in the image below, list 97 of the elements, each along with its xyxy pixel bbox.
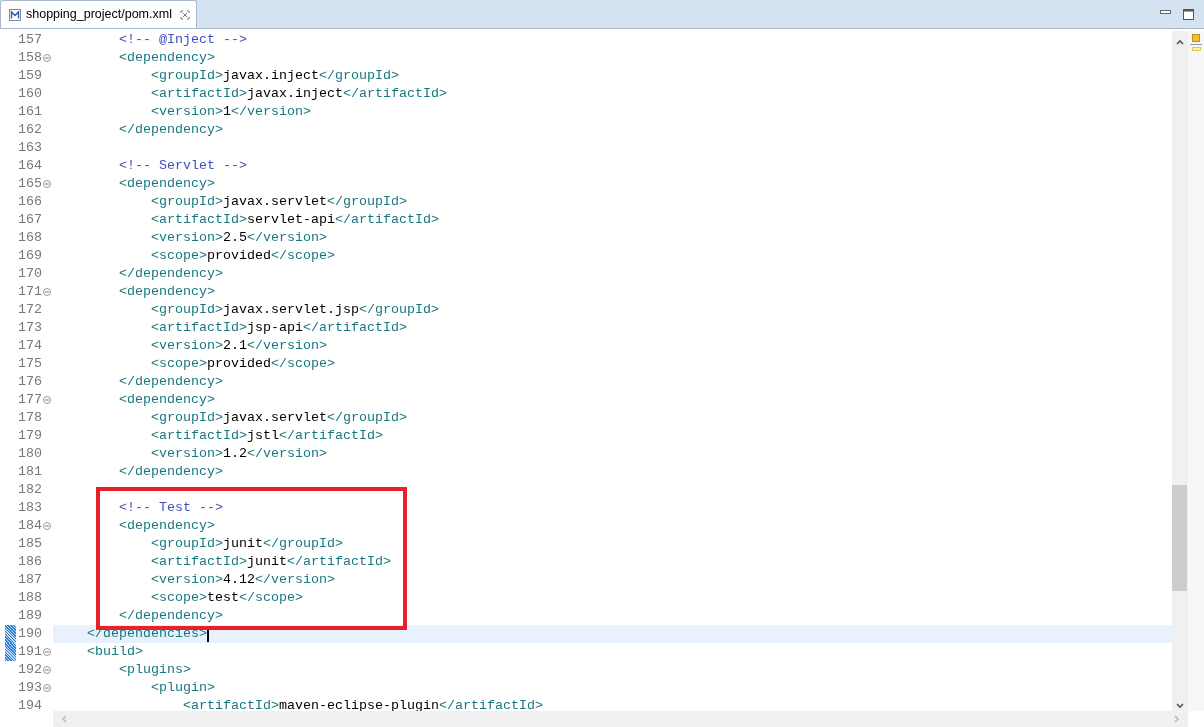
line-number: 165 [18, 177, 42, 191]
line-number: 159 [18, 69, 42, 83]
line-number: 193 [18, 681, 42, 695]
annotation-marker[interactable] [1191, 47, 1201, 51]
scroll-right-icon[interactable] [1174, 715, 1180, 723]
code-line: <dependency> [119, 391, 215, 409]
code-line: <scope>provided</scope> [151, 247, 335, 265]
line-number: 160 [18, 87, 42, 101]
warning-marker[interactable] [1192, 34, 1200, 42]
line-number: 158 [18, 51, 42, 65]
line-number: 188 [18, 591, 42, 605]
code-line: <groupId>javax.servlet</groupId> [151, 409, 407, 427]
line-number: 194 [18, 699, 42, 711]
maven-file-icon [9, 8, 21, 21]
line-number: 184 [18, 519, 42, 533]
editor-tab[interactable]: shopping_project/pom.xml [0, 0, 197, 28]
code-line: <!-- @Inject --> [119, 31, 247, 49]
code-line: </dependency> [119, 463, 223, 481]
code-line: <groupId>javax.inject</groupId> [151, 67, 399, 85]
code-line: <artifactId>jstl</artifactId> [151, 427, 383, 445]
line-number: 169 [18, 249, 42, 263]
maximize-icon[interactable] [1183, 9, 1194, 20]
line-number: 192 [18, 663, 42, 677]
code-line: <version>4.12</version> [151, 571, 335, 589]
line-number: 174 [18, 339, 42, 353]
horizontal-scrollbar[interactable] [53, 711, 1188, 727]
code-line: </dependencies> [87, 625, 207, 643]
code-line: <version>1.2</version> [151, 445, 327, 463]
line-number: 177 [18, 393, 42, 407]
code-line: </dependency> [119, 265, 223, 283]
line-number: 186 [18, 555, 42, 569]
scroll-left-icon[interactable] [61, 715, 67, 723]
line-number: 183 [18, 501, 42, 515]
scrollbar-thumb[interactable] [1172, 485, 1187, 591]
code-line: <groupId>javax.servlet.jsp</groupId> [151, 301, 439, 319]
code-line: <plugins> [119, 661, 191, 679]
line-number: 163 [18, 141, 42, 155]
code-line: <groupId>javax.servlet</groupId> [151, 193, 407, 211]
line-number: 172 [18, 303, 42, 317]
code-line: <scope>provided</scope> [151, 355, 335, 373]
line-number: 171 [18, 285, 42, 299]
code-line: </dependency> [119, 373, 223, 391]
collapse-icon[interactable] [43, 684, 51, 692]
code-line: <!-- Servlet --> [119, 157, 247, 175]
scroll-down-icon[interactable] [1176, 703, 1184, 709]
line-number: 176 [18, 375, 42, 389]
line-number: 164 [18, 159, 42, 173]
code-line: <artifactId>javax.inject</artifactId> [151, 85, 447, 103]
code-line: <version>2.1</version> [151, 337, 327, 355]
line-number: 161 [18, 105, 42, 119]
code-line: <groupId>junit</groupId> [151, 535, 343, 553]
scroll-up-icon[interactable] [1176, 39, 1184, 45]
code-line: <artifactId>junit</artifactId> [151, 553, 391, 571]
line-number: 173 [18, 321, 42, 335]
close-icon[interactable] [179, 9, 190, 20]
line-number: 182 [18, 483, 42, 497]
collapse-icon[interactable] [43, 648, 51, 656]
line-number: 185 [18, 537, 42, 551]
line-number: 166 [18, 195, 42, 209]
code-line: </dependency> [119, 121, 223, 139]
code-line: <version>1</version> [151, 103, 311, 121]
code-line: <dependency> [119, 175, 215, 193]
line-number: 190 [18, 627, 42, 641]
line-number: 170 [18, 267, 42, 281]
line-number: 191 [18, 645, 42, 659]
line-number: 175 [18, 357, 42, 371]
code-line: <plugin> [151, 679, 215, 697]
collapse-icon[interactable] [43, 522, 51, 530]
collapse-icon[interactable] [43, 666, 51, 674]
line-number: 168 [18, 231, 42, 245]
line-number: 157 [18, 33, 42, 47]
code-line: <dependency> [119, 283, 215, 301]
collapse-icon[interactable] [43, 54, 51, 62]
line-number: 180 [18, 447, 42, 461]
collapse-icon[interactable] [43, 180, 51, 188]
line-number: 187 [18, 573, 42, 587]
minimize-icon[interactable] [1160, 10, 1171, 15]
vertical-scrollbar[interactable] [1172, 31, 1188, 711]
code-line: <dependency> [119, 517, 215, 535]
code-line: <scope>test</scope> [151, 589, 303, 607]
collapse-icon[interactable] [43, 396, 51, 404]
collapse-icon[interactable] [43, 288, 51, 296]
line-number: 178 [18, 411, 42, 425]
line-number: 189 [18, 609, 42, 623]
code-line: <dependency> [119, 49, 215, 67]
line-number: 167 [18, 213, 42, 227]
code-line: <artifactId>maven-eclipse-plugin</artifactId> [183, 697, 543, 711]
code-line: <!-- Test --> [119, 499, 223, 517]
code-line: <artifactId>servlet-api</artifactId> [151, 211, 439, 229]
tab-title: shopping_project/pom.xml [26, 6, 172, 24]
line-number: 162 [18, 123, 42, 137]
code-line: <artifactId>jsp-api</artifactId> [151, 319, 407, 337]
line-number: 179 [18, 429, 42, 443]
code-line: </dependency> [119, 607, 223, 625]
line-number: 181 [18, 465, 42, 479]
code-line: <build> [87, 643, 143, 661]
code-line: <version>2.5</version> [151, 229, 327, 247]
